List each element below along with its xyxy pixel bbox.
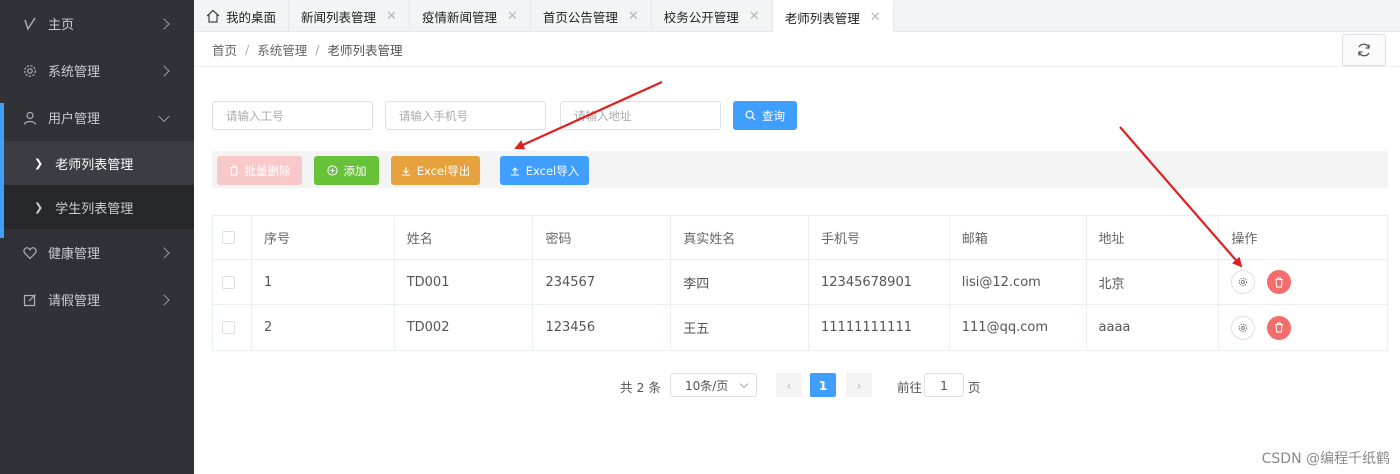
watermark: CSDN @编程千纸鹤 bbox=[1261, 451, 1390, 467]
annotation-arrows bbox=[514, 80, 1243, 268]
annotation-arrow-edit bbox=[1119, 126, 1243, 268]
annotation-arrow-import bbox=[514, 80, 663, 150]
